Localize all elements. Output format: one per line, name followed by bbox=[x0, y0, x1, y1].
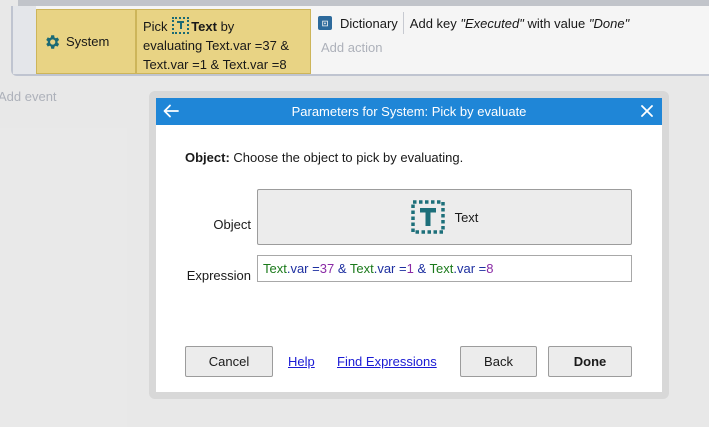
object-picker-button[interactable]: Text bbox=[257, 189, 632, 245]
back-button[interactable]: Back bbox=[460, 346, 537, 377]
close-icon[interactable] bbox=[638, 102, 656, 120]
expression-token-num: 1 bbox=[406, 261, 414, 276]
back-arrow-icon[interactable] bbox=[162, 102, 180, 120]
expression-label: Expression bbox=[186, 268, 251, 283]
object-picker-value: Text bbox=[454, 209, 479, 225]
find-expressions-link[interactable]: Find Expressions bbox=[337, 354, 437, 369]
expression-input[interactable]: Text.var =37 & Text.var =1 & Text.var =8 bbox=[257, 255, 632, 282]
expression-token-num: 8 bbox=[486, 261, 494, 276]
done-button[interactable]: Done bbox=[548, 346, 632, 377]
parameter-description: Object: Choose the object to pick by eva… bbox=[185, 150, 463, 165]
expression-token-obj: Text bbox=[263, 261, 287, 276]
expression-token-op: & bbox=[413, 261, 430, 276]
object-label: Object bbox=[213, 217, 251, 232]
expression-token-op: .var bbox=[453, 261, 479, 276]
dialog-title: Parameters for System: Pick by evaluate bbox=[291, 104, 527, 119]
dialog-titlebar: Parameters for System: Pick by evaluate bbox=[156, 98, 662, 125]
expression-token-op: & bbox=[334, 261, 350, 276]
expression-token-op: = bbox=[399, 261, 407, 276]
cancel-button[interactable]: Cancel bbox=[185, 346, 273, 377]
parameter-help-text: Choose the object to pick by evaluating. bbox=[229, 150, 464, 165]
expression-token-obj: Text bbox=[349, 261, 374, 276]
expression-token-op: .var bbox=[286, 261, 313, 276]
help-link[interactable]: Help bbox=[288, 354, 315, 369]
expression-token-num: 37 bbox=[319, 261, 335, 276]
parameter-name: Object: bbox=[185, 150, 230, 165]
expression-token-op: = bbox=[312, 261, 320, 276]
parameters-dialog: Parameters for System: Pick by evaluate … bbox=[149, 91, 669, 399]
text-object-icon bbox=[410, 200, 445, 234]
expression-token-op: .var bbox=[373, 261, 400, 276]
expression-token-obj: Text bbox=[429, 261, 454, 276]
